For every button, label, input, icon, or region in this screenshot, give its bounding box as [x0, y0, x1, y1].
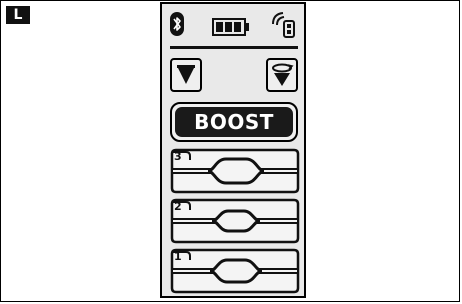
level-number: 1 [174, 250, 182, 263]
status-divider [170, 46, 298, 49]
level-button-2[interactable]: 2 [170, 198, 300, 244]
boost-label: BOOST [175, 107, 293, 137]
filter-button[interactable] [170, 58, 202, 92]
bluetooth-icon [170, 12, 184, 36]
level-number: 2 [174, 200, 182, 213]
signal-icon [272, 12, 295, 38]
level-number: 3 [174, 150, 182, 163]
funnel-icon [177, 65, 195, 84]
level-bar-icon [170, 148, 300, 194]
level-button-1[interactable]: 1 [170, 248, 300, 294]
level-bar-icon [170, 248, 300, 294]
corner-label: L [6, 6, 30, 24]
boost-button[interactable]: BOOST [170, 102, 298, 142]
level-bar-icon [170, 198, 300, 244]
level-button-3[interactable]: 3 [170, 148, 300, 194]
filter-cycle-button[interactable] [266, 58, 298, 92]
battery-icon [212, 18, 249, 36]
funnel-rotate-icon [272, 63, 294, 86]
device-panel: BOOST 3 2 1 [160, 2, 306, 298]
